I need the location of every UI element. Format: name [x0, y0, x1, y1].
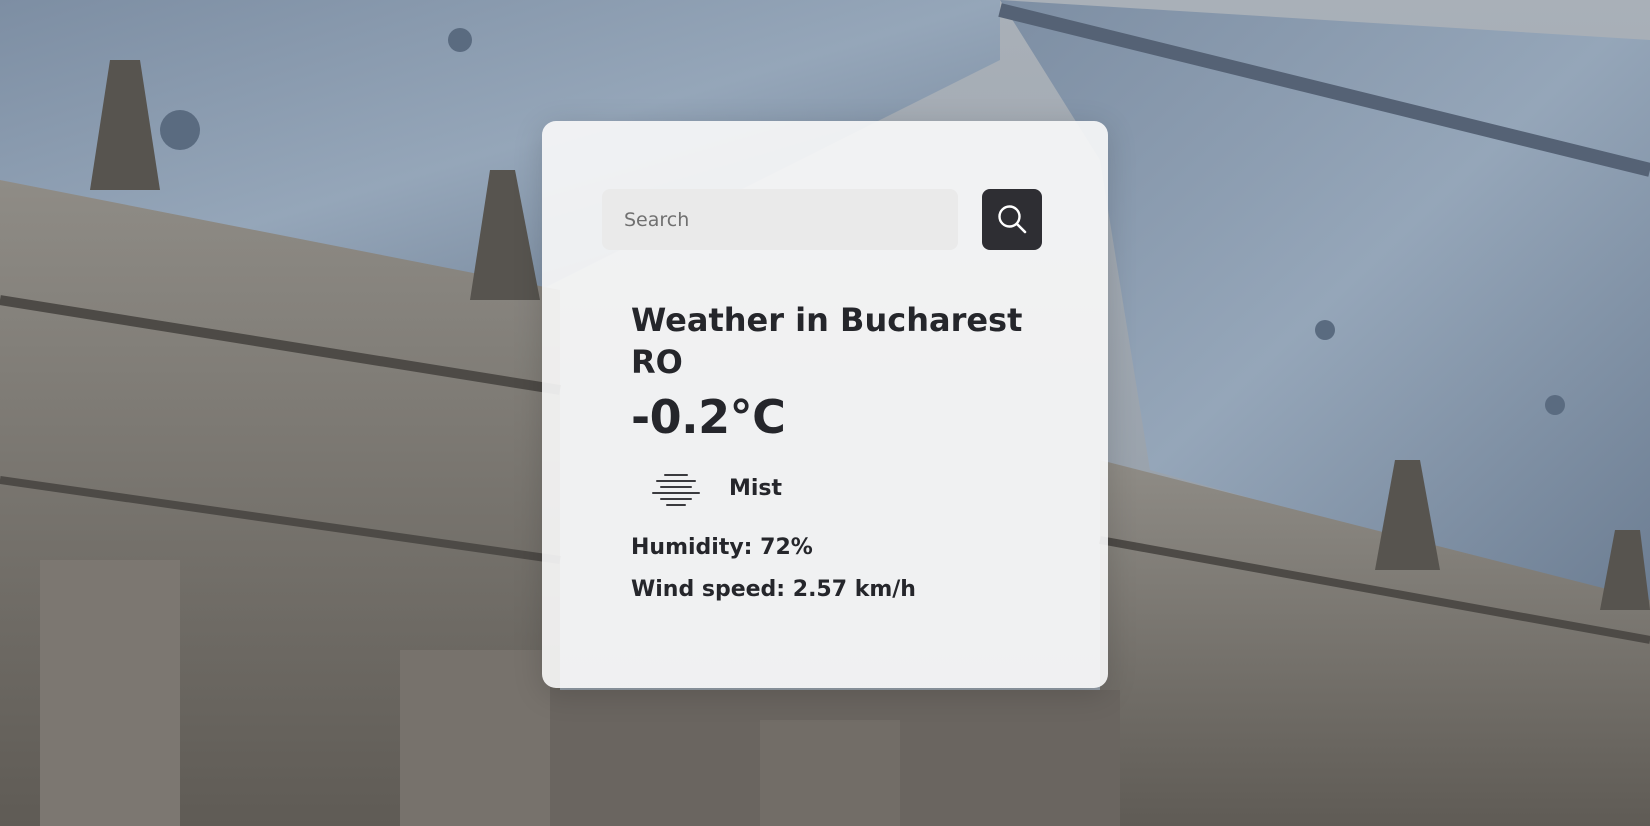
weather-condition: Mist	[631, 463, 1051, 519]
mist-icon	[652, 474, 700, 506]
search-bar	[602, 189, 1042, 250]
search-icon	[998, 205, 1027, 234]
search-button[interactable]	[982, 189, 1042, 250]
temperature: -0.2°C	[631, 390, 786, 444]
weather-info: Weather in Bucharest RO -0.2°C Mist Humi…	[631, 299, 1051, 611]
humidity: Humidity: 72%	[631, 535, 813, 560]
city-title: Weather in Bucharest RO	[631, 301, 1023, 381]
wind-speed: Wind speed: 2.57 km/h	[631, 577, 916, 602]
weather-card: Weather in Bucharest RO -0.2°C Mist Humi…	[542, 121, 1108, 688]
condition-label: Mist	[729, 476, 783, 501]
search-input[interactable]	[602, 189, 958, 250]
